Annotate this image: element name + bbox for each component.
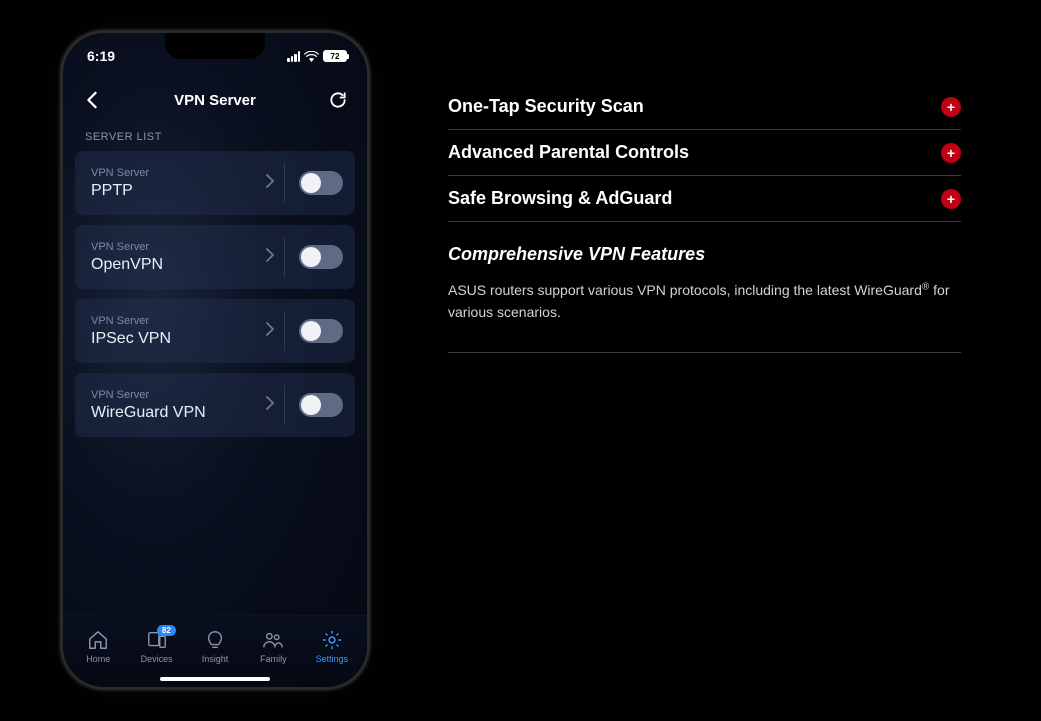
- home-icon: [87, 629, 109, 651]
- phone-mockup-container: 6:19 72: [0, 0, 430, 721]
- accordion-title: Safe Browsing & AdGuard: [448, 188, 672, 209]
- family-icon: [262, 629, 284, 651]
- section-label: SERVER LIST: [63, 121, 367, 151]
- cellular-signal-icon: [287, 51, 300, 62]
- plus-icon: +: [947, 192, 955, 206]
- phone-frame: 6:19 72: [60, 30, 370, 690]
- expanded-body: ASUS routers support various VPN protoco…: [448, 279, 961, 324]
- server-name: WireGuard VPN: [91, 404, 256, 422]
- divider: [284, 237, 285, 277]
- server-name: PPTP: [91, 182, 256, 200]
- home-indicator[interactable]: [160, 677, 270, 681]
- app-header: VPN Server: [63, 73, 367, 121]
- server-info: VPN Server IPSec VPN: [91, 315, 256, 348]
- server-card-wireguard[interactable]: VPN Server WireGuard VPN: [75, 373, 355, 437]
- accordion-item-vpn-expanded: Comprehensive VPN Features ASUS routers …: [448, 222, 961, 353]
- gear-icon: [321, 629, 343, 651]
- plus-icon: +: [947, 146, 955, 160]
- server-sub-label: VPN Server: [91, 389, 256, 401]
- accordion-title: One-Tap Security Scan: [448, 96, 644, 117]
- back-button[interactable]: [81, 89, 103, 111]
- feature-accordion-panel: One-Tap Security Scan + Advanced Parenta…: [430, 0, 1041, 721]
- server-card-pptp[interactable]: VPN Server PPTP: [75, 151, 355, 215]
- chevron-right-icon: [256, 174, 284, 192]
- server-name: OpenVPN: [91, 256, 256, 274]
- status-right: 72: [287, 50, 347, 62]
- divider: [284, 163, 285, 203]
- tab-label: Devices: [141, 654, 173, 664]
- expanded-title: Comprehensive VPN Features: [448, 244, 961, 265]
- tab-devices[interactable]: 82 Devices: [127, 629, 185, 664]
- chevron-right-icon: [256, 248, 284, 266]
- server-card-openvpn[interactable]: VPN Server OpenVPN: [75, 225, 355, 289]
- bulb-icon: [204, 629, 226, 651]
- tab-label: Home: [86, 654, 110, 664]
- accordion-title: Advanced Parental Controls: [448, 142, 689, 163]
- accordion-item-parental-controls[interactable]: Advanced Parental Controls +: [448, 130, 961, 176]
- plus-icon: +: [947, 100, 955, 114]
- battery-icon: 72: [323, 50, 347, 62]
- server-sub-label: VPN Server: [91, 167, 256, 179]
- status-time: 6:19: [87, 48, 115, 64]
- tab-insight[interactable]: Insight: [186, 629, 244, 664]
- body-pre: ASUS routers support various VPN protoco…: [448, 282, 922, 298]
- page-title: VPN Server: [174, 92, 256, 109]
- server-info: VPN Server WireGuard VPN: [91, 389, 256, 422]
- divider: [284, 385, 285, 425]
- tab-home[interactable]: Home: [69, 629, 127, 664]
- tab-settings[interactable]: Settings: [303, 629, 361, 664]
- server-sub-label: VPN Server: [91, 315, 256, 327]
- chevron-right-icon: [256, 396, 284, 414]
- battery-level: 72: [331, 52, 340, 61]
- refresh-button[interactable]: [327, 89, 349, 111]
- accordion-item-safe-browsing[interactable]: Safe Browsing & AdGuard +: [448, 176, 961, 222]
- divider: [284, 311, 285, 351]
- server-sub-label: VPN Server: [91, 241, 256, 253]
- server-list: VPN Server PPTP VPN Server OpenVPN: [63, 151, 367, 437]
- tab-label: Settings: [316, 654, 349, 664]
- expand-button[interactable]: +: [941, 189, 961, 209]
- tab-badge: 82: [157, 625, 176, 636]
- server-info: VPN Server OpenVPN: [91, 241, 256, 274]
- server-card-ipsec[interactable]: VPN Server IPSec VPN: [75, 299, 355, 363]
- toggle-ipsec[interactable]: [299, 319, 343, 343]
- chevron-right-icon: [256, 322, 284, 340]
- tab-family[interactable]: Family: [244, 629, 302, 664]
- toggle-pptp[interactable]: [299, 171, 343, 195]
- accordion-item-security-scan[interactable]: One-Tap Security Scan +: [448, 84, 961, 130]
- expand-button[interactable]: +: [941, 97, 961, 117]
- phone-notch: [165, 33, 265, 59]
- expand-button[interactable]: +: [941, 143, 961, 163]
- server-info: VPN Server PPTP: [91, 167, 256, 200]
- tab-label: Family: [260, 654, 287, 664]
- wifi-icon: [304, 51, 319, 62]
- server-name: IPSec VPN: [91, 330, 256, 348]
- tab-label: Insight: [202, 654, 229, 664]
- toggle-wireguard[interactable]: [299, 393, 343, 417]
- toggle-openvpn[interactable]: [299, 245, 343, 269]
